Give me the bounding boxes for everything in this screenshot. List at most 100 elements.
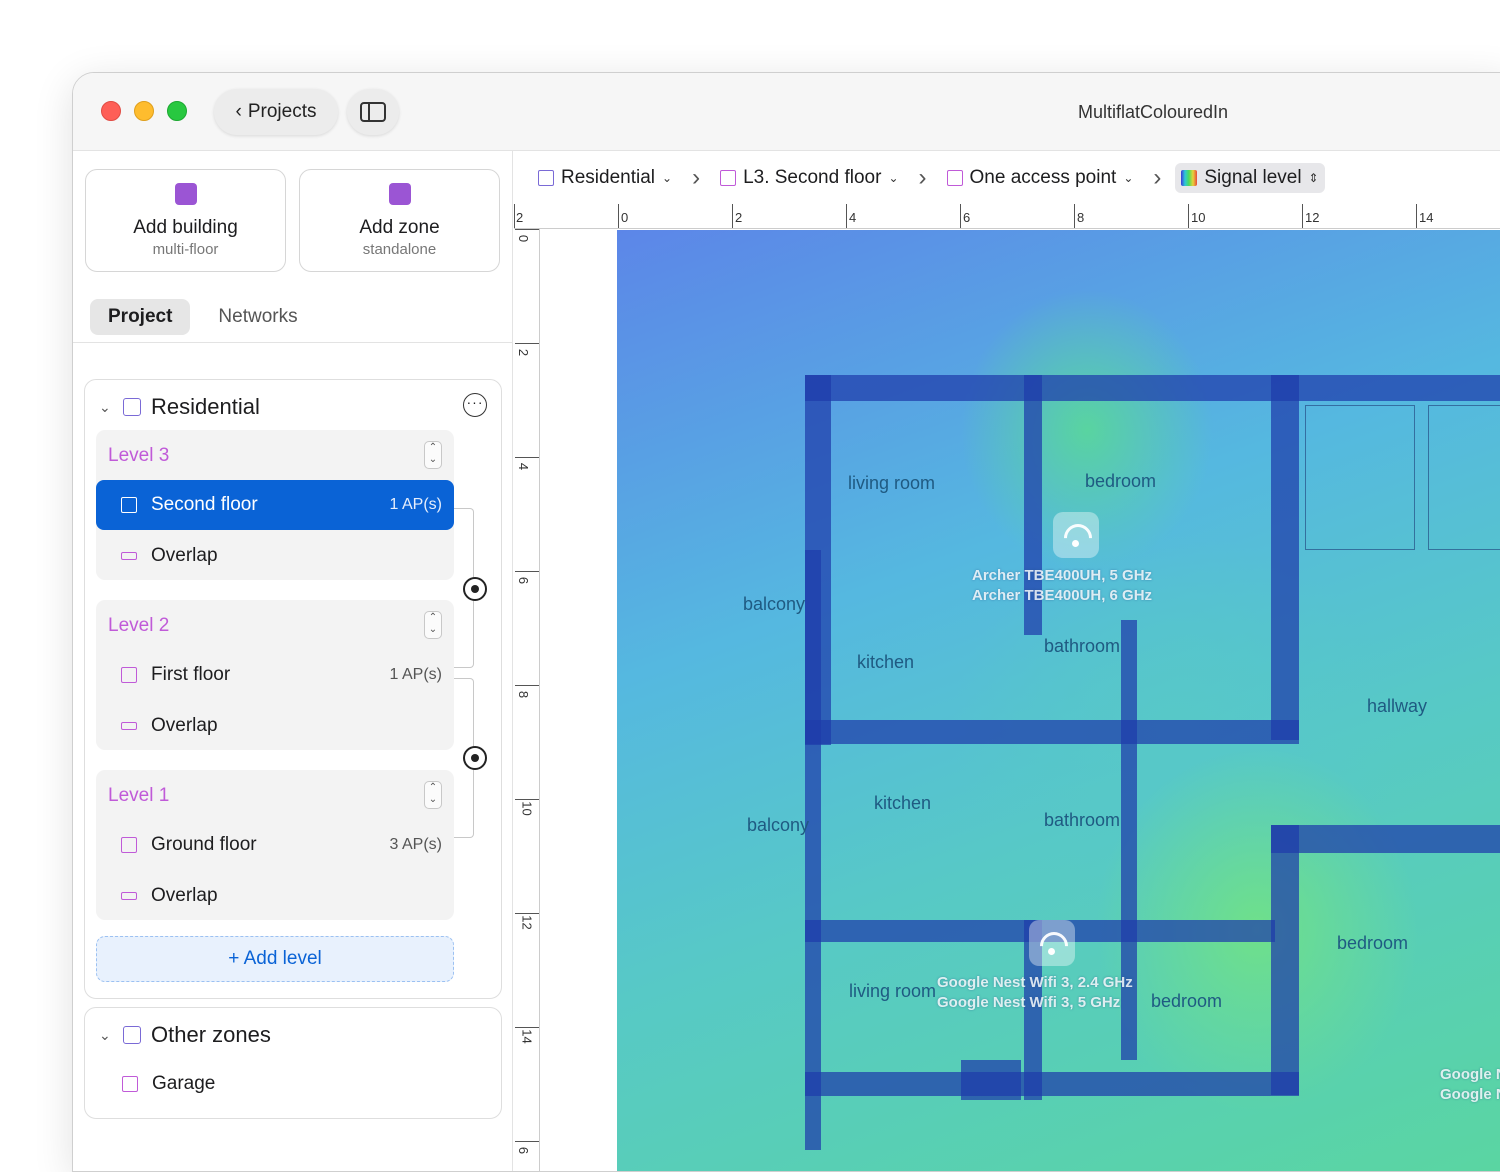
tab-networks[interactable]: Networks (200, 299, 315, 335)
level-stepper-icon[interactable]: ⌃ ⌄ (424, 441, 442, 469)
ruler-label: 0 (516, 234, 532, 243)
ap-band: Archer TBE400UH, 6 GHz (972, 587, 1153, 604)
zones-icon (123, 1026, 141, 1044)
ruler-tick (1188, 204, 1189, 228)
more-options-icon[interactable]: ··· (463, 393, 487, 417)
ap-band: Google N (1440, 1086, 1500, 1103)
room-label: balcony (743, 594, 806, 614)
ruler-tick (515, 343, 539, 344)
add-zone-subtitle: standalone (362, 241, 437, 258)
zone-add-icon (388, 183, 411, 205)
building-add-icon (174, 183, 197, 205)
align-target-icon[interactable] (463, 577, 487, 601)
chevron-down-icon: ⌄ (888, 171, 899, 185)
level-stepper-icon[interactable]: ⌃ ⌄ (424, 781, 442, 809)
back-to-projects-button[interactable]: ‹ Projects (214, 89, 338, 135)
access-point-icon[interactable] (1029, 920, 1075, 966)
floor-row-overlap[interactable]: Overlap (96, 871, 454, 921)
breadcrumb-building[interactable]: Residential ⌄ (532, 163, 678, 193)
ruler-tick (1074, 204, 1075, 228)
ruler-tick (515, 571, 539, 572)
building-icon (123, 398, 141, 416)
floor-icon (121, 497, 137, 513)
room-label: living room (848, 473, 936, 493)
room-label: bedroom (1151, 991, 1223, 1011)
align-target-icon[interactable] (463, 746, 487, 770)
ruler-label: 6 (516, 1146, 532, 1155)
access-point-label: Archer TBE400UH, 5 GHz Archer TBE400UH, … (972, 566, 1152, 606)
floor-row-second-floor[interactable]: Second floor 1 AP(s) (96, 480, 454, 530)
chevron-down-icon: ⌄ (662, 171, 673, 185)
wall (805, 1072, 1299, 1096)
ruler-label: 2 (735, 210, 743, 225)
floor-name: Overlap (151, 545, 218, 566)
zoom-window-button[interactable] (167, 101, 187, 121)
chevron-down-icon[interactable]: ⌄ (99, 399, 113, 416)
level-stepper-icon[interactable]: ⌃ ⌄ (424, 611, 442, 639)
zone-icon (122, 1076, 138, 1092)
add-zone-title: Add zone (359, 217, 440, 238)
ruler-label: 0 (621, 210, 629, 225)
window-title: MultiflatColouredIn (1077, 102, 1229, 122)
breadcrumb: Residential ⌄ › L3. Second floor ⌄ › One… (532, 161, 1325, 195)
divider (73, 342, 512, 343)
ruler-tick (1416, 204, 1417, 228)
chevron-updown-icon: ⇕ (1308, 171, 1319, 185)
level-card: Level 2 ⌃ ⌄ First floor 1 AP(s) Overlap (96, 600, 454, 750)
room-label: balcony (747, 815, 810, 835)
breadcrumb-label: One access point (969, 167, 1117, 188)
ruler-tick (515, 913, 539, 914)
breadcrumb-scenario[interactable]: One access point ⌄ (941, 163, 1140, 193)
close-window-button[interactable] (101, 101, 121, 121)
ap-count: 1 AP(s) (389, 496, 442, 513)
breadcrumb-visualization[interactable]: Signal level ⇕ (1175, 163, 1325, 193)
breadcrumb-floor[interactable]: L3. Second floor ⌄ (714, 163, 904, 193)
add-level-button[interactable]: + Add level (96, 936, 454, 982)
floor-name: Second floor (151, 494, 258, 515)
add-zone-button[interactable]: Add zone standalone (299, 169, 500, 272)
ap-count: 3 AP(s) (389, 836, 442, 853)
level-card: Level 3 ⌃ ⌄ Second floor 1 AP(s) Overlap (96, 430, 454, 580)
add-building-button[interactable]: Add building multi-floor (85, 169, 286, 272)
elevator (1428, 405, 1500, 550)
tab-project[interactable]: Project (90, 299, 191, 335)
ap-band: Google Ne (1440, 1066, 1500, 1083)
chevron-down-icon: ⌄ (1123, 171, 1134, 185)
room-label: bedroom (1085, 471, 1157, 491)
building-header[interactable]: ⌄ Residential (99, 394, 260, 420)
floor-icon (121, 837, 137, 853)
access-point-icon[interactable] (1053, 512, 1099, 558)
floor-row-overlap[interactable]: Overlap (96, 701, 454, 751)
ruler-label: 6 (963, 210, 971, 225)
floor-icon (720, 170, 737, 186)
room-label: bathroom (1044, 810, 1121, 830)
room-label: kitchen (857, 652, 915, 672)
overlap-icon (121, 552, 137, 560)
sidebar-tabs: Project Networks (90, 299, 316, 335)
ruler-label: 4 (516, 462, 532, 471)
floor-row-ground-floor[interactable]: Ground floor 3 AP(s) (96, 820, 454, 870)
ruler-label: 14 (1419, 210, 1434, 225)
sidebar: Add building multi-floor Add zone standa… (73, 151, 513, 1171)
zone-row-garage[interactable]: Garage (85, 1059, 443, 1109)
ruler-label: 12 (1305, 210, 1320, 225)
ruler-label: 4 (849, 210, 857, 225)
other-zones-title: Other zones (151, 1022, 271, 1047)
app-window: ‹ Projects MultiflatColouredIn Add build… (72, 72, 1500, 1172)
floor-name: Overlap (151, 885, 218, 906)
ruler-tick (846, 204, 847, 228)
floor-row-first-floor[interactable]: First floor 1 AP(s) (96, 650, 454, 700)
floor-row-overlap[interactable]: Overlap (96, 531, 454, 581)
access-point-label: Google Ne Google N (1440, 1065, 1500, 1105)
room-label: kitchen (874, 793, 932, 813)
other-zones-header[interactable]: ⌄ Other zones (99, 1022, 271, 1048)
minimize-window-button[interactable] (134, 101, 154, 121)
breadcrumb-label: Residential (561, 167, 655, 188)
toggle-sidebar-button[interactable] (347, 89, 399, 135)
ap-band: Google Nest Wifi 3, 5 GHz (937, 994, 1121, 1011)
floor-name: First floor (151, 664, 231, 685)
chevron-down-icon[interactable]: ⌄ (99, 1027, 113, 1044)
floorplan-canvas[interactable]: living room bedroom balcony kitchen bath… (541, 230, 1500, 1171)
floor-name: Ground floor (151, 834, 257, 855)
wall (1271, 375, 1299, 740)
